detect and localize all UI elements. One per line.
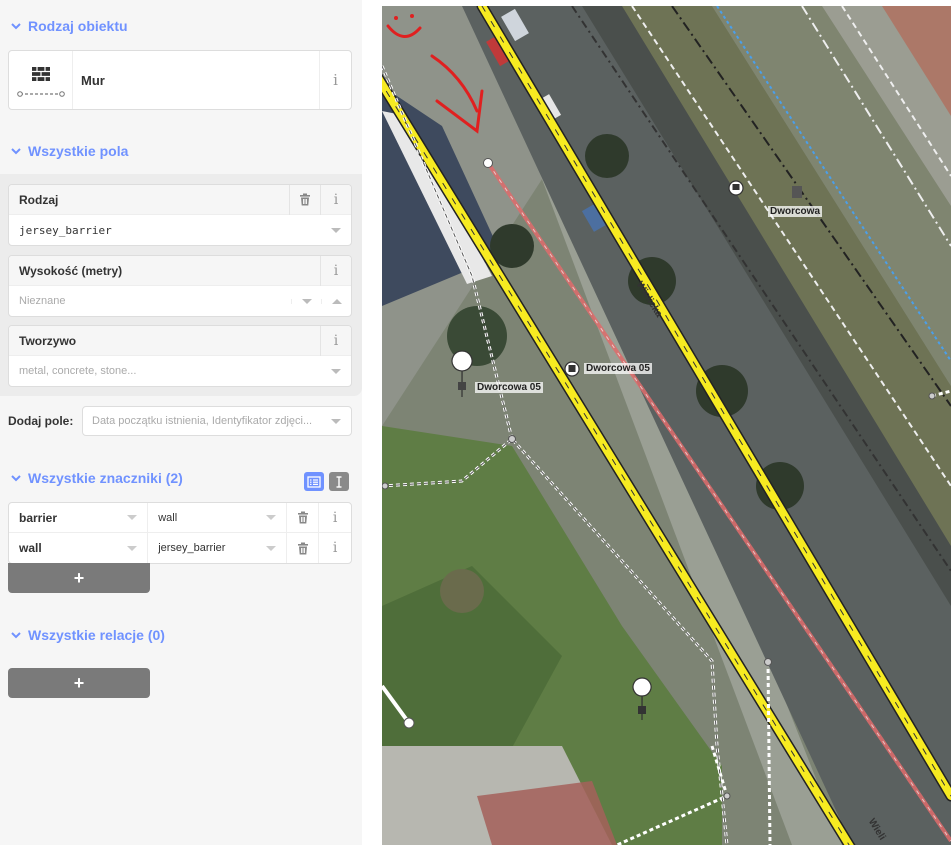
section-relations-toggle[interactable]: Wszystkie relacje (0) <box>10 627 165 643</box>
section-relations-title: Wszystkie relacje (0) <box>28 627 165 643</box>
chevron-down-icon[interactable] <box>321 368 351 374</box>
field-type-value[interactable]: jersey_barrier <box>9 224 321 237</box>
chevron-down-icon[interactable] <box>321 418 351 424</box>
increment-icon[interactable] <box>321 298 351 304</box>
inspector-sidebar: Rodzaj obiektu Mur i Wszystkie pola Rodz… <box>0 0 362 845</box>
tag-key-field[interactable]: wall <box>9 533 149 563</box>
bus-stop-icon <box>564 361 580 377</box>
preset-item[interactable]: Mur i <box>8 50 352 110</box>
panel-divider <box>362 0 382 845</box>
field-material: Tworzywo i metal, concrete, stone... <box>8 325 352 387</box>
chevron-down-icon <box>10 629 22 641</box>
field-type-info-button[interactable]: i <box>320 184 351 215</box>
tag-key-field[interactable]: barrier <box>9 502 149 533</box>
table-row: barrier wall i <box>9 502 351 533</box>
field-material-placeholder[interactable]: metal, concrete, stone... <box>9 365 321 377</box>
field-height-placeholder[interactable]: Nieznane <box>9 295 291 307</box>
section-tags-title: Wszystkie znaczniki (2) <box>28 470 183 486</box>
trash-icon[interactable] <box>287 502 320 533</box>
field-type-label: Rodzaj <box>19 192 59 207</box>
field-type: Rodzaj i jersey_barrier <box>8 184 352 246</box>
section-fields-title: Wszystkie pola <box>28 143 129 159</box>
preset-info-button[interactable]: i <box>319 51 351 109</box>
table-row: wall jersey_barrier i <box>9 533 351 563</box>
tag-info-button[interactable]: i <box>319 503 351 533</box>
section-fields-toggle[interactable]: Wszystkie pola <box>10 143 128 159</box>
wall-preset-icon <box>9 51 73 109</box>
tag-value-text[interactable]: jersey_barrier <box>148 542 256 554</box>
decrement-icon[interactable] <box>291 298 321 304</box>
tag-info-button[interactable]: i <box>319 533 351 563</box>
add-field-label: Dodaj pole: <box>8 414 74 428</box>
field-material-combo[interactable]: metal, concrete, stone... <box>9 356 351 386</box>
add-relation-button[interactable]: + <box>8 668 150 698</box>
stop-label-left[interactable]: Dworcowa 05 <box>475 382 543 393</box>
station-label[interactable]: Dworcowa <box>768 206 823 217</box>
trash-icon[interactable] <box>289 184 320 215</box>
list-view-icon[interactable] <box>304 472 324 491</box>
chevron-down-icon <box>10 472 22 484</box>
tag-value-text[interactable]: wall <box>148 512 256 524</box>
add-field-row: Dodaj pole: Data początku istnienia, Ide… <box>8 406 352 436</box>
add-tag-button[interactable]: + <box>8 563 150 593</box>
tag-key-text[interactable]: barrier <box>9 511 117 525</box>
train-station-icon <box>792 186 802 198</box>
chevron-down-icon <box>10 20 22 32</box>
trash-icon[interactable] <box>287 533 320 563</box>
chevron-down-icon[interactable] <box>321 227 351 233</box>
stop-label-center[interactable]: Dworcowa 05 <box>584 363 652 374</box>
field-type-combo[interactable]: jersey_barrier <box>9 215 351 245</box>
text-view-icon[interactable] <box>329 472 349 491</box>
field-height-info-button[interactable]: i <box>320 255 351 286</box>
tram-stop-icon <box>728 180 744 196</box>
preset-name: Mur <box>81 72 105 88</box>
chevron-down-icon[interactable] <box>256 515 286 520</box>
tag-value-field[interactable]: wall <box>148 502 288 533</box>
tag-key-text[interactable]: wall <box>9 541 117 555</box>
field-height: Wysokość (metry) i Nieznane <box>8 255 352 317</box>
chevron-down-icon <box>10 145 22 157</box>
field-material-label: Tworzywo <box>19 333 77 348</box>
section-preset-toggle[interactable]: Rodzaj obiektu <box>10 18 128 34</box>
map-canvas[interactable]: Dworcowa Dworcowa 05 Dworcowa 05 Wielick… <box>382 6 951 845</box>
chevron-down-icon[interactable] <box>117 545 147 551</box>
add-field-placeholder[interactable]: Data początku istnienia, Identyfikator z… <box>83 415 321 427</box>
section-tags-toggle[interactable]: Wszystkie znaczniki (2) <box>10 470 183 486</box>
chevron-down-icon[interactable] <box>256 545 286 551</box>
add-field-combo[interactable]: Data początku istnienia, Identyfikator z… <box>82 406 352 436</box>
field-height-input[interactable]: Nieznane <box>9 286 351 316</box>
tag-table: barrier wall i wall jersey_barrier i <box>8 502 352 564</box>
field-material-info-button[interactable]: i <box>320 325 351 356</box>
section-preset-title: Rodzaj obiektu <box>28 18 128 34</box>
tag-value-field[interactable]: jersey_barrier <box>148 533 288 563</box>
field-height-label: Wysokość (metry) <box>19 263 123 278</box>
chevron-down-icon[interactable] <box>117 515 147 520</box>
